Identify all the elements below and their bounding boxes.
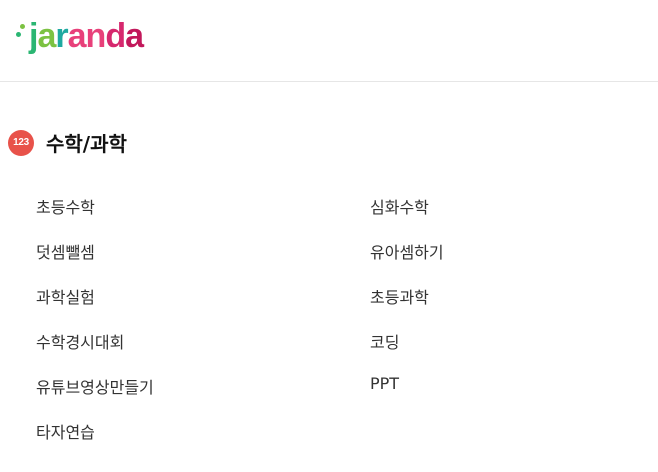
logo-dot-icon: [20, 24, 25, 29]
section-header: 123 수학/과학: [8, 128, 127, 157]
category-item[interactable]: 초등수학: [36, 194, 95, 218]
logo-letter: a: [37, 17, 56, 55]
jaranda-logo[interactable]: jaranda: [14, 14, 144, 55]
header: jaranda: [0, 0, 658, 82]
category-item[interactable]: PPT: [370, 374, 399, 393]
category-item[interactable]: 덧셈뺄셈: [36, 239, 95, 263]
category-item[interactable]: 과학실험: [36, 284, 95, 308]
logo-letter: a: [125, 17, 144, 55]
category-item[interactable]: 유튜브영상만들기: [36, 374, 154, 398]
category-item[interactable]: 코딩: [370, 329, 399, 353]
category-item[interactable]: 심화수학: [370, 194, 429, 218]
logo-letter: a: [67, 17, 87, 55]
logo-letter: d: [105, 17, 126, 55]
logo-letter: r: [55, 17, 68, 55]
category-item[interactable]: 타자연습: [36, 419, 95, 443]
category-item[interactable]: 수학경시대회: [36, 329, 124, 353]
category-item[interactable]: 초등과학: [370, 284, 429, 308]
logo-letter: n: [85, 17, 107, 55]
math-123-icon: 123: [8, 129, 34, 156]
logo-dot-icon: [16, 32, 21, 37]
section-title: 수학/과학: [46, 132, 127, 156]
category-item[interactable]: 유아셈하기: [370, 239, 444, 263]
logo-wordmark: jaranda: [29, 17, 144, 55]
logo-j-mark-icon: [14, 18, 28, 54]
